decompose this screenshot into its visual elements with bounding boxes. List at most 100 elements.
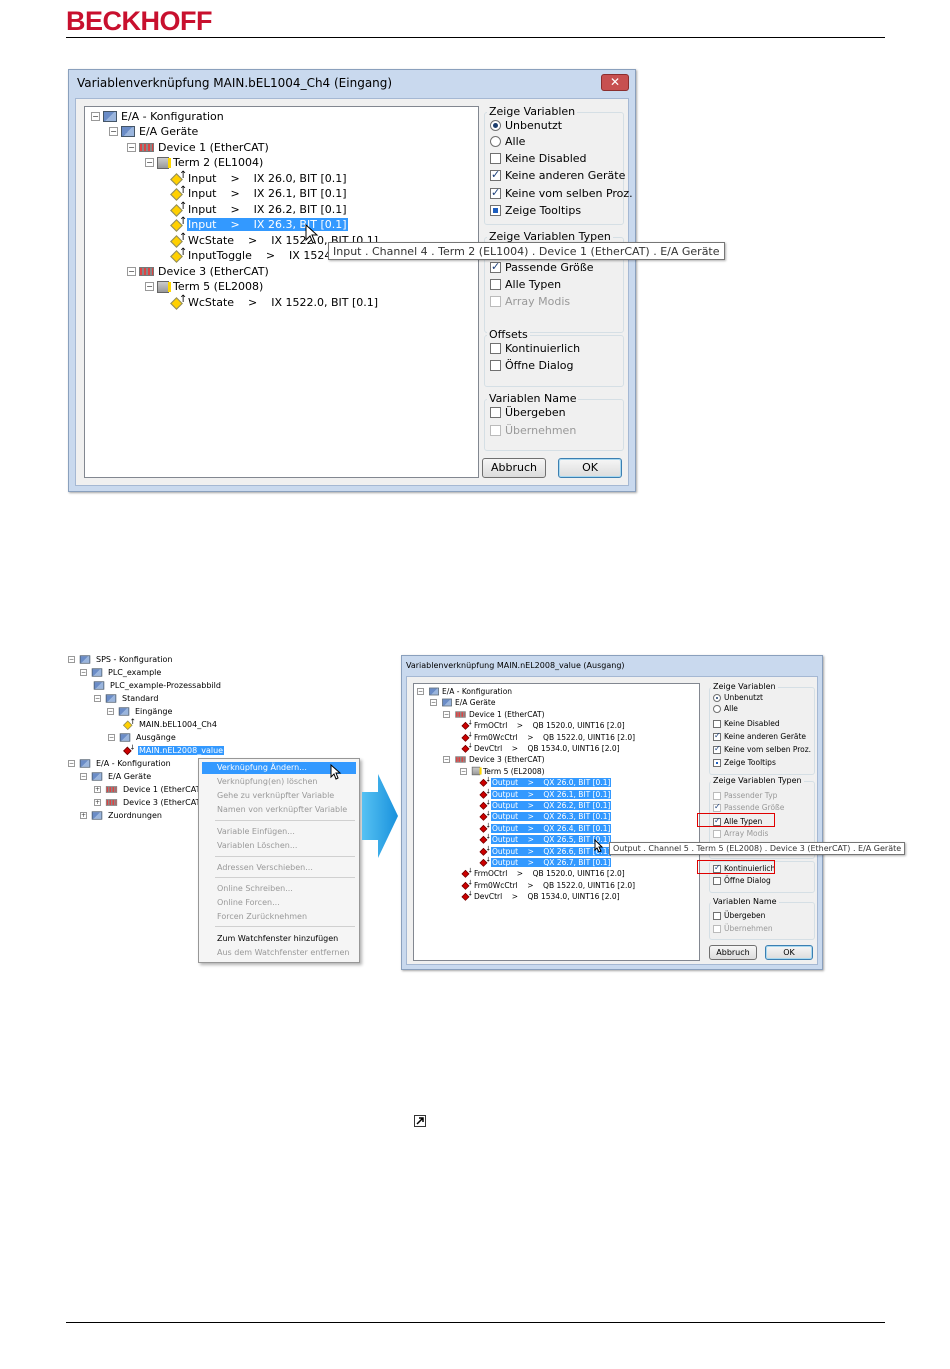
option-check[interactable]: Übergeben bbox=[490, 406, 566, 419]
tree-node[interactable]: + Device 3 (EtherCAT) bbox=[94, 797, 205, 808]
option-check[interactable]: Zeige Tooltips bbox=[713, 758, 776, 767]
option-check[interactable]: Array Modis bbox=[713, 829, 768, 838]
option-check[interactable]: Keine anderen Geräte bbox=[490, 168, 625, 182]
menu-item[interactable]: Adressen Verschieben... bbox=[202, 862, 356, 874]
menu-item[interactable]: Aus dem Watchfenster entfernen bbox=[202, 947, 356, 959]
menu-item[interactable]: Forcen Zurücknehmen bbox=[202, 911, 356, 923]
tree-node[interactable]: − Device 1 (EtherCAT) bbox=[127, 140, 270, 154]
variable-tree[interactable]: − E/A - Konfiguration − E/A Geräte − Device 1… bbox=[84, 106, 479, 478]
option-check[interactable]: Übergeben bbox=[713, 911, 765, 920]
option-radio[interactable]: Unbenutzt bbox=[490, 119, 562, 132]
checkbox[interactable] bbox=[713, 802, 721, 812]
checkbox[interactable] bbox=[713, 719, 721, 728]
tree-node[interactable]: Input > IX 26.0, BIT [0.1] bbox=[171, 170, 348, 185]
tree-node[interactable]: InputToggle > IX 1524.0 bbox=[171, 247, 343, 263]
tree-node[interactable]: − E/A Geräte bbox=[109, 125, 199, 139]
checkbox[interactable] bbox=[490, 186, 501, 199]
option-check[interactable]: Übernehmen bbox=[713, 924, 773, 933]
radio-button[interactable] bbox=[713, 704, 721, 713]
menu-item[interactable]: Variablen Löschen... bbox=[202, 840, 356, 852]
checkbox[interactable] bbox=[713, 829, 721, 838]
tree-node[interactable]: MAIN.nEL2008_value bbox=[122, 744, 225, 756]
option-check[interactable]: Passende Größe bbox=[713, 802, 784, 812]
checkbox[interactable] bbox=[490, 425, 501, 436]
expand-toggle-icon[interactable]: + bbox=[94, 799, 101, 806]
tree-node[interactable]: Output > QX 26.0, BIT [0.1] bbox=[478, 777, 612, 788]
cancel-button[interactable]: Abbruch bbox=[709, 945, 757, 960]
tree-node[interactable]: − Term 2 (EL1004) bbox=[145, 156, 264, 170]
radio-button[interactable] bbox=[490, 136, 501, 147]
expand-toggle-icon[interactable]: − bbox=[94, 695, 101, 702]
expand-toggle-icon[interactable]: − bbox=[443, 756, 450, 764]
expand-toggle-icon[interactable]: − bbox=[460, 767, 467, 775]
checkbox[interactable] bbox=[490, 168, 501, 181]
menu-item[interactable]: Variable Einfügen... bbox=[202, 826, 356, 838]
expand-toggle-icon[interactable]: − bbox=[127, 266, 136, 276]
menu-item[interactable]: Namen von verknüpfter Variable bbox=[202, 804, 356, 816]
checkbox[interactable] bbox=[713, 731, 721, 741]
option-check[interactable]: Zeige Tooltips bbox=[490, 204, 581, 217]
tree-node[interactable]: Input > IX 26.1, BIT [0.1] bbox=[171, 185, 348, 201]
option-check[interactable]: Übernehmen bbox=[490, 424, 576, 437]
tree-node[interactable]: − SPS - Konfiguration bbox=[68, 654, 173, 665]
option-check[interactable]: Keine vom selben Proz. bbox=[713, 744, 811, 754]
tree-node[interactable]: − Term 5 (EL2008) bbox=[460, 766, 546, 777]
expand-toggle-icon[interactable]: − bbox=[91, 111, 100, 121]
expand-toggle-icon[interactable]: − bbox=[80, 669, 87, 676]
tree-node[interactable]: + Device 1 (EtherCAT) bbox=[94, 784, 205, 795]
expand-toggle-icon[interactable]: − bbox=[68, 656, 75, 663]
menu-item[interactable]: Online Forcen... bbox=[202, 897, 356, 909]
expand-toggle-icon[interactable]: − bbox=[430, 699, 437, 707]
option-check[interactable]: Kontinuierlich bbox=[490, 342, 580, 355]
tree-node[interactable]: − Device 1 (EtherCAT) bbox=[443, 709, 546, 720]
tree-node[interactable]: − E/A Geräte bbox=[80, 771, 152, 782]
checkbox[interactable] bbox=[713, 876, 721, 885]
expand-toggle-icon[interactable]: − bbox=[109, 127, 118, 136]
tree-node[interactable]: Input > IX 26.2, BIT [0.1] bbox=[171, 201, 348, 216]
tree-node[interactable]: Output > QX 26.5, BIT [0.1] bbox=[478, 834, 612, 845]
radio-button[interactable] bbox=[490, 120, 501, 131]
checkbox[interactable] bbox=[490, 279, 501, 290]
close-icon[interactable]: ✕ bbox=[601, 74, 629, 91]
checkbox[interactable] bbox=[713, 791, 721, 800]
option-check[interactable]: Keine Disabled bbox=[713, 719, 780, 728]
tree-node[interactable]: PLC_example-Prozessabbild bbox=[92, 680, 222, 691]
option-radio[interactable]: Alle bbox=[713, 704, 738, 713]
menu-item[interactable]: Online Schreiben... bbox=[202, 883, 356, 895]
expand-toggle-icon[interactable]: − bbox=[145, 158, 154, 167]
checkbox[interactable] bbox=[713, 758, 721, 767]
tree-node[interactable]: WcState > IX 1522.0, BIT [0.1] bbox=[171, 294, 379, 309]
checkbox[interactable] bbox=[713, 911, 721, 920]
option-radio[interactable]: Unbenutzt bbox=[713, 693, 763, 702]
checkbox[interactable] bbox=[490, 153, 501, 164]
expand-toggle-icon[interactable]: − bbox=[443, 710, 450, 718]
tree-node[interactable]: − Device 3 (EtherCAT) bbox=[127, 264, 270, 278]
tree-node[interactable]: DevCtrl > QB 1534.0, UINT16 [2.0] bbox=[460, 743, 621, 754]
expand-toggle-icon[interactable]: − bbox=[145, 282, 154, 291]
option-check[interactable]: Öffne Dialog bbox=[713, 876, 771, 885]
option-check[interactable]: Passende Größe bbox=[490, 260, 594, 274]
checkbox[interactable] bbox=[490, 260, 501, 273]
expand-toggle-icon[interactable]: − bbox=[107, 708, 114, 715]
tree-node[interactable]: − Standard bbox=[94, 693, 159, 704]
expand-toggle-icon[interactable]: − bbox=[68, 760, 75, 767]
expand-toggle-icon[interactable]: − bbox=[417, 688, 424, 695]
option-check[interactable]: Öffne Dialog bbox=[490, 359, 574, 372]
tree-node[interactable]: DevCtrl > QB 1534.0, UINT16 [2.0] bbox=[460, 891, 621, 902]
expand-toggle-icon[interactable]: − bbox=[127, 142, 136, 152]
option-radio[interactable]: Alle bbox=[490, 135, 525, 148]
expand-toggle-icon[interactable]: − bbox=[108, 734, 115, 741]
tree-node[interactable]: − E/A - Konfiguration bbox=[417, 686, 513, 697]
tree-node[interactable]: − E/A - Konfiguration bbox=[91, 109, 225, 123]
tree-node[interactable]: Output > QX 26.3, BIT [0.1] bbox=[478, 811, 612, 822]
ok-button[interactable]: OK bbox=[558, 458, 622, 478]
checkbox[interactable] bbox=[490, 360, 501, 371]
tree-node[interactable]: Output > QX 26.7, BIT [0.1] bbox=[478, 857, 612, 868]
option-check[interactable]: Array Modis bbox=[490, 295, 570, 308]
expand-toggle-icon[interactable]: + bbox=[94, 786, 101, 793]
tree-node[interactable]: Output > QX 26.4, BIT [0.1] bbox=[478, 822, 612, 834]
tree-node[interactable]: Input > IX 26.3, BIT [0.1] bbox=[171, 216, 348, 232]
checkbox[interactable] bbox=[490, 296, 501, 307]
checkbox[interactable] bbox=[713, 744, 721, 754]
checkbox[interactable] bbox=[490, 205, 501, 216]
